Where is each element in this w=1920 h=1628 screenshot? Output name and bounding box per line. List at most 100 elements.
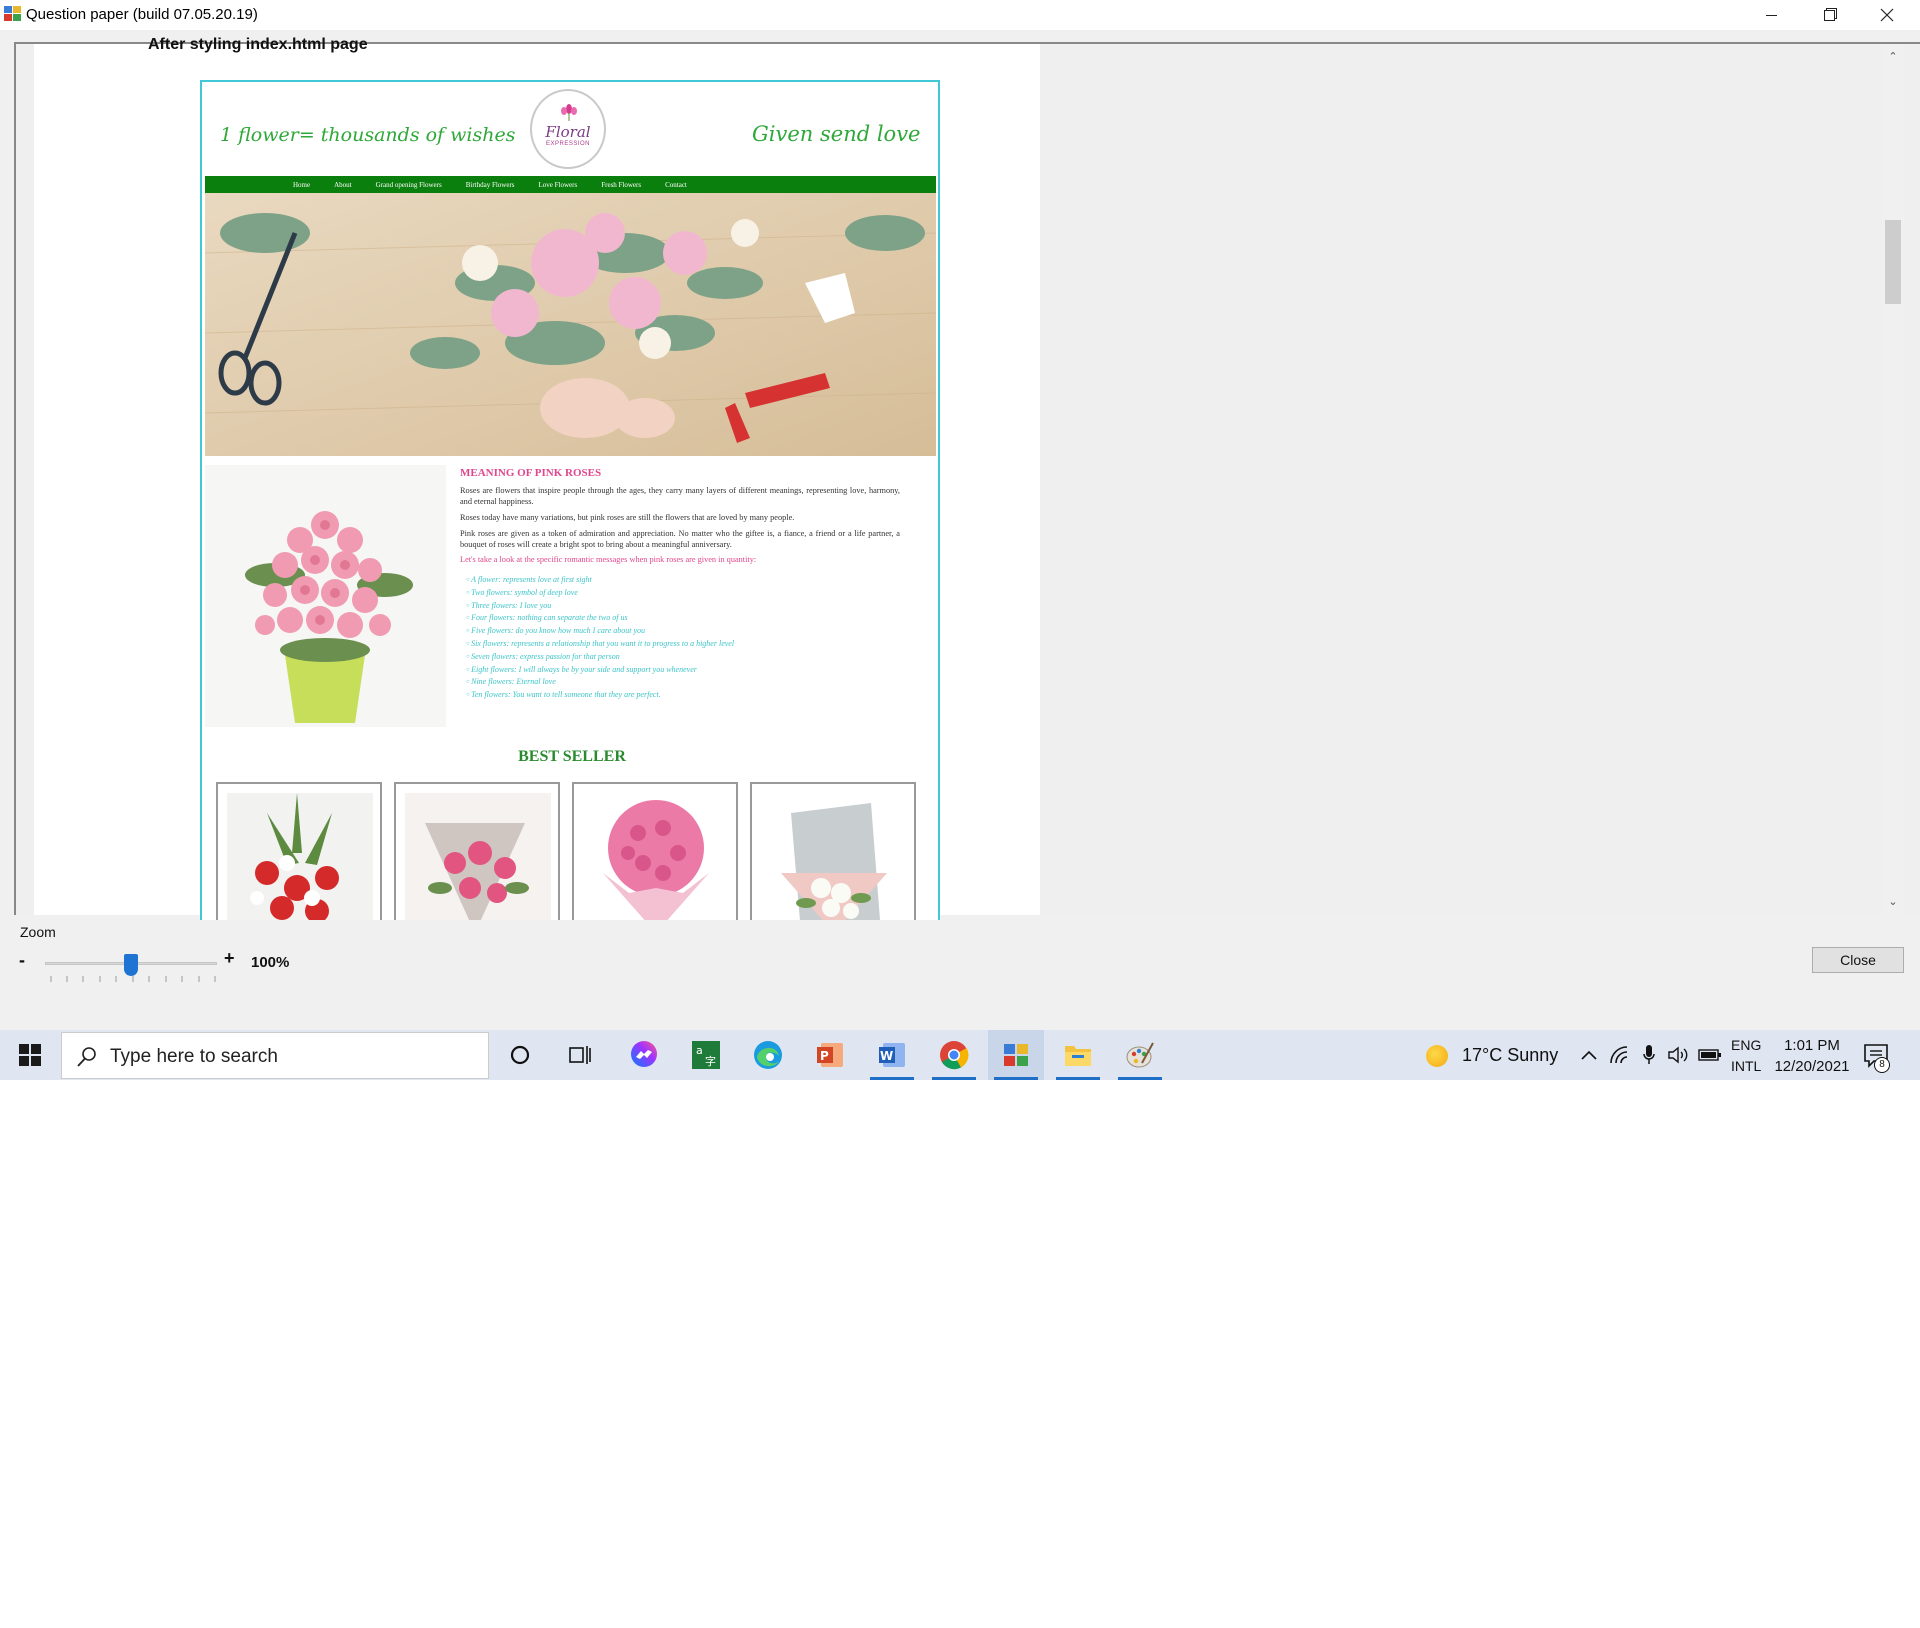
nav-love[interactable]: Love Flowers <box>539 181 578 189</box>
scroll-down-icon[interactable]: ⌄ <box>1882 893 1904 911</box>
edge-button[interactable] <box>740 1030 796 1080</box>
question-paper-button[interactable] <box>988 1030 1044 1080</box>
windows-logo-icon <box>19 1044 41 1066</box>
messenger-icon <box>631 1041 657 1067</box>
zoom-label: Zoom <box>20 924 56 940</box>
show-hidden-icons-button[interactable] <box>1578 1044 1600 1066</box>
product-card <box>572 782 738 920</box>
active-indicator <box>1056 1077 1100 1080</box>
close-button[interactable]: Close <box>1812 947 1904 973</box>
nav-grand-opening[interactable]: Grand opening Flowers <box>376 181 442 189</box>
product-card <box>216 782 382 920</box>
document-viewer[interactable]: After styling index.html page 1 flower= … <box>14 36 1920 920</box>
list-item: Nine flowers: Eternal love <box>466 676 900 689</box>
search-icon <box>77 1047 96 1067</box>
logo-subtext: EXPRESSION <box>545 141 590 147</box>
network-button[interactable] <box>1608 1044 1630 1066</box>
article-title: MEANING OF PINK ROSES <box>460 467 602 479</box>
slogan-left: 1 flower= thousands of wishes <box>220 124 516 146</box>
start-button[interactable] <box>0 1030 60 1080</box>
nav-contact[interactable]: Contact <box>665 181 687 189</box>
list-item: Six flowers: represents a relationship t… <box>466 638 900 651</box>
best-seller-title: BEST SELLER <box>518 748 626 765</box>
paint-button[interactable] <box>1112 1030 1168 1080</box>
restore-button[interactable] <box>1800 0 1858 30</box>
dictionary-button[interactable]: a 字 <box>678 1030 734 1080</box>
nav-about[interactable]: About <box>334 181 352 189</box>
close-icon <box>1880 8 1894 22</box>
messenger-button[interactable] <box>616 1030 672 1080</box>
list-item: Four flowers: nothing can separate the t… <box>466 612 900 625</box>
battery-button[interactable] <box>1697 1044 1723 1066</box>
cortana-icon <box>510 1045 530 1065</box>
nav-home[interactable]: Home <box>293 181 310 189</box>
nav-fresh[interactable]: Fresh Flowers <box>601 181 641 189</box>
product-image <box>761 793 907 920</box>
close-window-button[interactable] <box>1858 0 1916 30</box>
logo: Floral EXPRESSION <box>530 89 606 169</box>
list-item: Seven flowers: express passion for that … <box>466 651 900 664</box>
vertical-scrollbar[interactable]: ⌃ ⌄ <box>1882 44 1904 915</box>
svg-text:P: P <box>820 1049 829 1063</box>
list-item: Ten flowers: You want to tell someone th… <box>466 689 900 702</box>
svg-text:字: 字 <box>705 1054 716 1068</box>
product-image <box>405 793 551 920</box>
article-paragraph: Pink roses are given as a token of admir… <box>460 529 900 549</box>
chrome-icon <box>940 1041 969 1070</box>
search-placeholder: Type here to search <box>110 1046 278 1067</box>
list-item: Three flowers: I love you <box>466 600 900 613</box>
pink-roses-image <box>205 465 446 727</box>
paint-icon <box>1126 1042 1154 1068</box>
scroll-up-icon[interactable]: ⌃ <box>1882 48 1904 66</box>
document-heading: After styling index.html page <box>148 36 368 53</box>
word-button[interactable]: W <box>864 1030 920 1080</box>
weather-sun-icon[interactable] <box>1426 1045 1448 1067</box>
zoom-slider-thumb[interactable] <box>124 954 138 976</box>
article-paragraph: Roses are flowers that inspire people th… <box>460 486 900 506</box>
active-indicator <box>932 1077 976 1080</box>
minimize-icon <box>1765 14 1777 16</box>
document-page: After styling index.html page 1 flower= … <box>34 36 1040 920</box>
volume-button[interactable] <box>1666 1044 1690 1066</box>
powerpoint-button[interactable]: P <box>802 1030 858 1080</box>
list-item: A flower: represents love at first sight <box>466 574 900 587</box>
file-explorer-icon <box>1065 1046 1091 1066</box>
list-item: Five flowers: do you know how much I car… <box>466 625 900 638</box>
website-screenshot: 1 flower= thousands of wishes Floral EXP… <box>200 80 940 920</box>
clock[interactable]: 1:01 PM 12/20/2021 <box>1772 1035 1852 1077</box>
notification-count-badge: 8 <box>1874 1057 1890 1073</box>
slogan-right: Given send love <box>752 122 921 146</box>
question-paper-icon <box>1004 1044 1028 1066</box>
zoom-value: 100% <box>251 954 290 971</box>
language-indicator[interactable]: ENG INTL <box>1731 1035 1761 1077</box>
product-card <box>750 782 916 920</box>
task-view-icon <box>569 1046 591 1064</box>
list-item: Eight flowers: I will always be by your … <box>466 664 900 677</box>
dictionary-icon: a 字 <box>692 1041 720 1069</box>
nav-birthday[interactable]: Birthday Flowers <box>466 181 515 189</box>
taskbar-search[interactable]: Type here to search <box>61 1032 489 1079</box>
zoom-minus-label: - <box>19 950 25 970</box>
task-view-button[interactable] <box>552 1030 608 1080</box>
chrome-button[interactable] <box>926 1030 982 1080</box>
taskbar: Type here to search a 字 P W 17°C Sunny E… <box>0 1030 1920 1080</box>
svg-text:W: W <box>880 1049 893 1063</box>
microphone-button[interactable] <box>1638 1044 1660 1066</box>
file-explorer-button[interactable] <box>1050 1030 1106 1080</box>
app-icon <box>4 6 22 22</box>
zoom-plus-label: + <box>224 948 235 968</box>
minimize-button[interactable] <box>1742 0 1800 30</box>
svg-text:a: a <box>696 1044 703 1057</box>
speaker-icon <box>1668 1046 1688 1064</box>
cortana-button[interactable] <box>492 1030 548 1080</box>
article: MEANING OF PINK ROSES Roses are flowers … <box>460 467 900 702</box>
wifi-icon <box>1610 1046 1628 1064</box>
article-paragraph: Roses today have many variations, but pi… <box>460 513 795 522</box>
meanings-list: A flower: represents love at first sight… <box>460 574 900 702</box>
active-indicator <box>994 1077 1038 1080</box>
weather-text[interactable]: 17°C Sunny <box>1462 1045 1558 1066</box>
window-title: Question paper (build 07.05.20.19) <box>26 6 258 23</box>
scroll-thumb[interactable] <box>1885 220 1901 304</box>
battery-icon <box>1698 1049 1721 1061</box>
list-item: Two flowers: symbol of deep love <box>466 587 900 600</box>
